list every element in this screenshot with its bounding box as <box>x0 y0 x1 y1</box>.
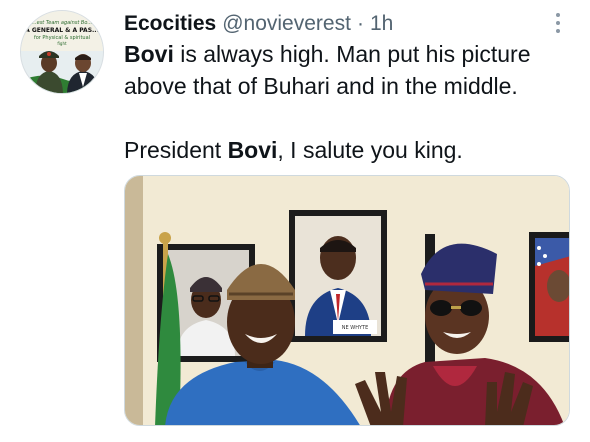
text-segment: , I salute you king. <box>277 137 463 163</box>
bold-name: Bovi <box>227 137 278 163</box>
avatar-photo <box>21 51 103 93</box>
portrait-frame-center: NE WHYTE <box>289 210 387 342</box>
tweet-text-line-1: Bovi is always high. Man put his picture <box>124 39 531 69</box>
photo-scene: NE WHYTE <box>125 176 569 425</box>
bold-name: Bovi <box>124 41 174 67</box>
avatar[interactable]: ...est Team against Bo... A GENERAL & A … <box>20 10 104 94</box>
tweet-text-line-2: above that of Buhari and in the middle. <box>124 73 518 99</box>
tweet-photo[interactable]: NE WHYTE <box>124 175 570 426</box>
tweet: ...est Team against Bo... A GENERAL & A … <box>0 0 590 442</box>
more-vertical-icon[interactable] <box>548 10 568 36</box>
tweet-text-line-3: President Bovi, I salute you king. <box>124 135 463 165</box>
user-handle[interactable]: @novieverest <box>222 12 351 36</box>
frame-caption: NE WHYTE <box>342 325 368 331</box>
separator-dot: · <box>356 12 364 35</box>
tweet-header: Ecocities @novieverest · 1h <box>124 10 393 38</box>
text-segment: President <box>124 137 228 163</box>
text-segment: is always high. Man put his picture <box>173 41 531 67</box>
timestamp[interactable]: 1h <box>370 12 393 36</box>
display-name[interactable]: Ecocities <box>124 12 216 36</box>
flag-right <box>529 232 569 342</box>
